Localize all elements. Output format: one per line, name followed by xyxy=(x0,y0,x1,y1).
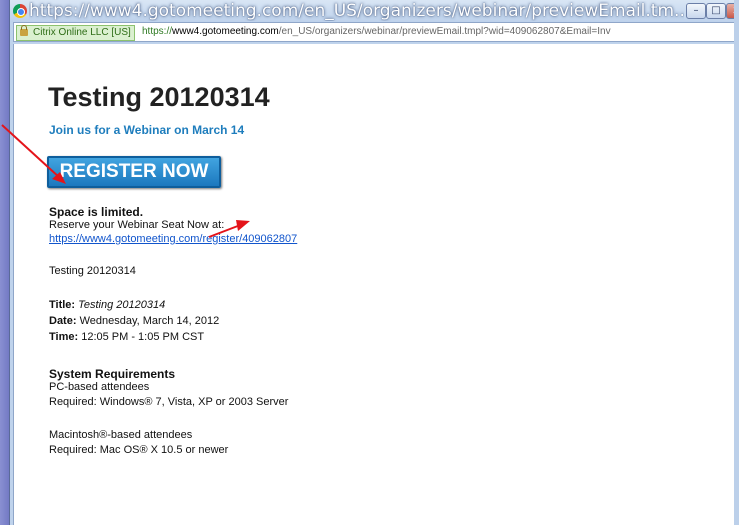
mac-attendees-text: Macintosh®-based attendees xyxy=(49,429,193,441)
browser-popup-window: https://www4.gotomeeting.com/en_US/organ… xyxy=(9,0,739,525)
mac-requirements-text: Required: Mac OS® X 10.5 or newer xyxy=(49,444,229,456)
minimize-button[interactable]: – xyxy=(686,3,706,19)
date-value: Wednesday, March 14, 2012 xyxy=(79,315,220,327)
title-detail-row: Title: Testing 20120314 xyxy=(49,299,165,311)
time-label: Time: xyxy=(49,331,79,343)
reserve-text: Reserve your Webinar Seat Now at: xyxy=(49,219,225,231)
window-right-border xyxy=(734,0,739,525)
title-label: Title: xyxy=(49,299,76,311)
chrome-icon xyxy=(13,4,27,18)
url-path: /en_US/organizers/webinar/previewEmail.t… xyxy=(278,26,611,37)
window-title: https://www4.gotomeeting.com/en_US/organ… xyxy=(29,1,684,21)
lock-icon xyxy=(20,25,28,36)
email-title: Testing 20120314 xyxy=(48,82,270,112)
date-detail-row: Date: Wednesday, March 14, 2012 xyxy=(49,315,219,327)
system-requirements-heading: System Requirements xyxy=(49,367,176,381)
maximize-button[interactable]: □ xyxy=(706,3,726,19)
time-detail-row: Time: 12:05 PM - 1:05 PM CST xyxy=(49,331,204,343)
url-scheme: https:// xyxy=(142,26,173,37)
title-bar[interactable]: https://www4.gotomeeting.com/en_US/organ… xyxy=(10,0,739,22)
email-subtitle: Join us for a Webinar on March 14 xyxy=(49,123,245,137)
url-text[interactable]: https://www4.gotomeeting.com/en_US/organ… xyxy=(142,23,611,41)
ssl-certificate-badge[interactable]: Citrix Online LLC [US] xyxy=(16,25,135,41)
url-host: www4.gotomeeting.com xyxy=(172,26,279,37)
time-value: 12:05 PM - 1:05 PM CST xyxy=(81,331,205,343)
date-label: Date: xyxy=(49,315,77,327)
desktop-background xyxy=(0,0,9,525)
address-bar[interactable]: Citrix Online LLC [US] https://www4.goto… xyxy=(13,22,739,42)
description-text: Testing 20120314 xyxy=(49,265,136,277)
register-link[interactable]: https://www4.gotomeeting.com/register/40… xyxy=(49,233,297,245)
email-preview-content: Testing 20120314 Join us for a Webinar o… xyxy=(13,44,739,525)
certificate-label: Citrix Online LLC [US] xyxy=(33,27,131,38)
pc-attendees-text: PC-based attendees xyxy=(49,381,150,393)
register-now-button[interactable]: REGISTER NOW xyxy=(47,156,221,188)
space-limited-text: Space is limited. xyxy=(49,205,144,219)
pc-requirements-text: Required: Windows® 7, Vista, XP or 2003 … xyxy=(49,396,289,408)
title-value: Testing 20120314 xyxy=(78,299,166,311)
